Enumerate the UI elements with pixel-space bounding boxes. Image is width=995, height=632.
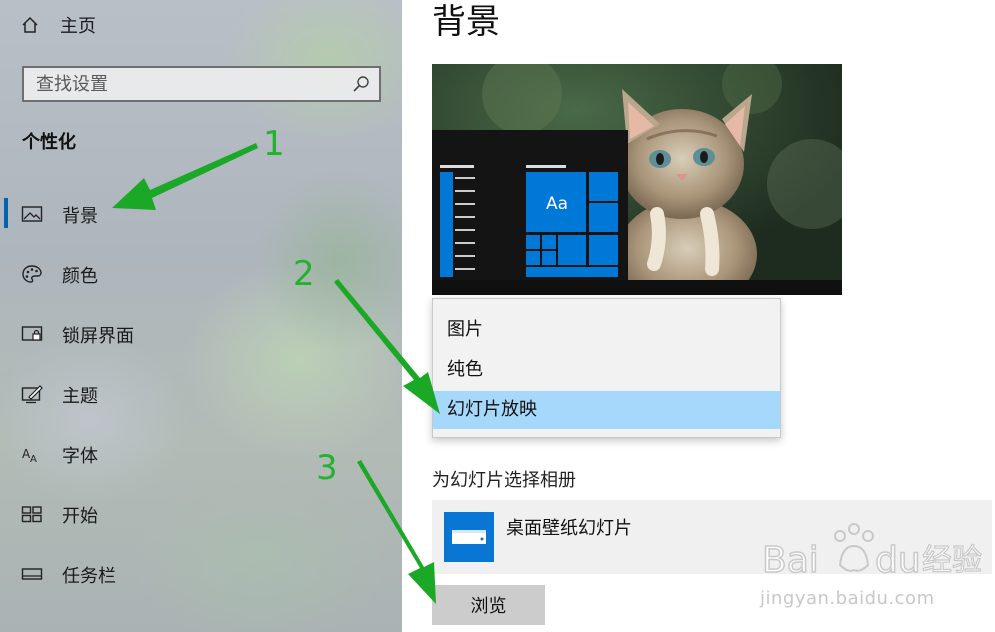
search-box <box>22 66 381 102</box>
lock-screen-icon <box>21 326 43 341</box>
background-type-dropdown[interactable]: 图片 纯色 幻灯片放映 <box>432 298 781 438</box>
start-menu-preview: Aa <box>432 130 628 280</box>
svg-text:Bai: Bai <box>762 540 819 581</box>
sidebar-item-label: 开始 <box>62 506 98 527</box>
sidebar-item-fonts[interactable]: A A 字体 <box>0 432 402 476</box>
palette-icon <box>22 265 42 283</box>
active-indicator <box>4 198 8 228</box>
album-section-heading: 为幻灯片选择相册 <box>432 470 576 491</box>
album-name: 桌面壁纸幻灯片 <box>506 518 632 539</box>
annotation-number-1: 1 <box>263 124 285 164</box>
sidebar-item-background[interactable]: 背景 <box>0 192 402 236</box>
page-title: 背景 <box>432 2 500 42</box>
baidu-watermark: Bai du 经验 jingyan.baidu.com <box>760 520 985 620</box>
start-tiles-graphic <box>440 165 618 277</box>
section-title: 个性化 <box>22 132 76 153</box>
search-icon[interactable] <box>352 75 370 93</box>
sidebar-item-label: 锁屏界面 <box>62 326 134 347</box>
annotation-number-2: 2 <box>293 254 315 294</box>
dropdown-option-solid-color[interactable]: 纯色 <box>433 351 780 389</box>
sidebar-item-label: 主题 <box>62 386 98 407</box>
sidebar-item-label: 字体 <box>62 446 98 467</box>
font-icon: A A <box>22 447 37 464</box>
svg-text:du: du <box>875 540 921 581</box>
preview-taskbar <box>432 280 842 295</box>
sidebar-item-taskbar[interactable]: 任务栏 <box>0 552 402 596</box>
sidebar-item-label: 颜色 <box>62 266 98 287</box>
taskbar-icon <box>21 568 43 580</box>
start-icon <box>21 506 42 523</box>
sidebar-item-themes[interactable]: 主题 <box>0 372 402 416</box>
sidebar-item-start[interactable]: 开始 <box>0 492 402 536</box>
sidebar-item-label: 背景 <box>62 206 98 227</box>
search-input[interactable] <box>36 72 336 96</box>
dropdown-option-slideshow[interactable]: 幻灯片放映 <box>433 391 780 429</box>
home-label: 主页 <box>60 16 96 37</box>
sidebar-item-lock-screen[interactable]: 锁屏界面 <box>0 312 402 356</box>
browse-button[interactable]: 浏览 <box>432 585 545 625</box>
album-folder-icon <box>444 512 494 562</box>
home-icon <box>22 16 38 33</box>
picture-icon <box>21 206 43 222</box>
settings-sidebar: 主页 个性化 背景 颜色 锁屏界面 <box>0 0 402 632</box>
watermark-url: jingyan.baidu.com <box>760 588 935 609</box>
svg-text:A: A <box>30 454 37 464</box>
sidebar-item-colors[interactable]: 颜色 <box>0 252 402 296</box>
home-nav-item[interactable]: 主页 <box>20 12 96 38</box>
preview-tile-label: Aa <box>546 194 569 214</box>
baidu-logo: Bai du 经验 <box>761 523 983 582</box>
annotation-number-3: 3 <box>316 448 338 488</box>
svg-text:经验: 经验 <box>922 543 982 578</box>
theme-icon <box>21 385 43 404</box>
dropdown-option-picture[interactable]: 图片 <box>433 311 780 349</box>
sidebar-item-label: 任务栏 <box>62 566 116 587</box>
background-preview: Aa <box>432 64 842 295</box>
